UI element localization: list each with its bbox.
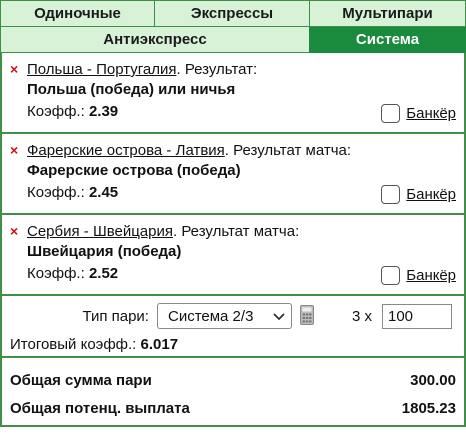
outcome: Польша (победа) или ничья — [27, 81, 236, 98]
tabs-row-primary: Одиночные Экспрессы Мультипари — [0, 0, 466, 27]
banker-toggle[interactable]: Банкёр — [381, 185, 456, 204]
total-stake-value: 300.00 — [410, 371, 456, 389]
calculator-icon[interactable] — [299, 305, 318, 327]
bet-summary: Общая сумма пари 300.00 Общая потенц. вы… — [0, 358, 466, 427]
delete-icon[interactable]: × — [10, 61, 27, 77]
banker-toggle[interactable]: Банкёр — [381, 104, 456, 123]
bet-type-select[interactable]: Система 2/3 — [156, 303, 292, 329]
banker-label[interactable]: Банкёр — [406, 105, 456, 122]
delete-icon[interactable]: × — [10, 142, 27, 158]
banker-checkbox[interactable] — [381, 104, 401, 123]
banker-checkbox[interactable] — [381, 185, 401, 204]
tab-antiexpress[interactable]: Антиэкспресс — [0, 27, 309, 53]
chevron-down-icon — [273, 309, 285, 324]
event-link[interactable]: Фарерские острова - Латвия — [27, 142, 225, 159]
bet-slip: Одиночные Экспрессы Мультипари Антиэкспр… — [0, 0, 466, 442]
outcome: Швейцария (победа) — [27, 243, 182, 260]
event-link[interactable]: Польша - Португалия — [27, 61, 176, 78]
total-odds-value: 6.017 — [140, 336, 179, 353]
tab-singles[interactable]: Одиночные — [0, 0, 154, 27]
odds-value: 2.45 — [88, 184, 119, 201]
result-label: . Результат матча: — [224, 142, 352, 159]
odds-label: Коэфф.: — [27, 265, 85, 282]
odds-value: 2.39 — [88, 103, 119, 120]
bet-type-label: Тип пари: — [82, 307, 149, 325]
bet-list: × Польша - Португалия . Результат: Польш… — [0, 53, 466, 296]
odds-label: Коэфф.: — [27, 184, 85, 201]
total-stake-label: Общая сумма пари — [10, 371, 152, 389]
bet-item: × Польша - Португалия . Результат: Польш… — [2, 53, 464, 134]
banker-checkbox[interactable] — [381, 266, 401, 285]
stake-input[interactable] — [382, 303, 452, 329]
banker-label[interactable]: Банкёр — [406, 267, 456, 284]
potential-payout-label: Общая потенц. выплата — [10, 399, 190, 417]
system-settings: Тип пари: Система 2/3 3 x Итоговы — [0, 296, 466, 358]
delete-icon[interactable]: × — [10, 223, 27, 239]
bet-item: × Сербия - Швейцария . Результат матча: … — [2, 215, 464, 296]
outcome: Фарерские острова (победа) — [27, 162, 241, 179]
tab-multi[interactable]: Мультипари — [309, 0, 466, 27]
bet-item: × Фарерские острова - Латвия . Результат… — [2, 134, 464, 215]
tabs-row-secondary: Антиэкспресс Система — [0, 27, 466, 53]
banker-label[interactable]: Банкёр — [406, 186, 456, 203]
odds-value: 2.52 — [88, 265, 119, 282]
tab-express[interactable]: Экспрессы — [154, 0, 309, 27]
total-odds-label: Итоговый коэфф.: — [10, 336, 137, 353]
total-odds: Итоговый коэфф.: 6.017 — [10, 336, 456, 353]
event-link[interactable]: Сербия - Швейцария — [27, 223, 173, 240]
bet-type-value: Система 2/3 — [167, 307, 254, 325]
banker-toggle[interactable]: Банкёр — [381, 266, 456, 285]
tab-system[interactable]: Система — [309, 27, 466, 53]
result-label: . Результат: — [176, 61, 258, 78]
odds-label: Коэфф.: — [27, 103, 85, 120]
multiplier-label: 3 x — [351, 307, 372, 325]
potential-payout-value: 1805.23 — [401, 399, 456, 417]
result-label: . Результат матча: — [173, 223, 300, 240]
